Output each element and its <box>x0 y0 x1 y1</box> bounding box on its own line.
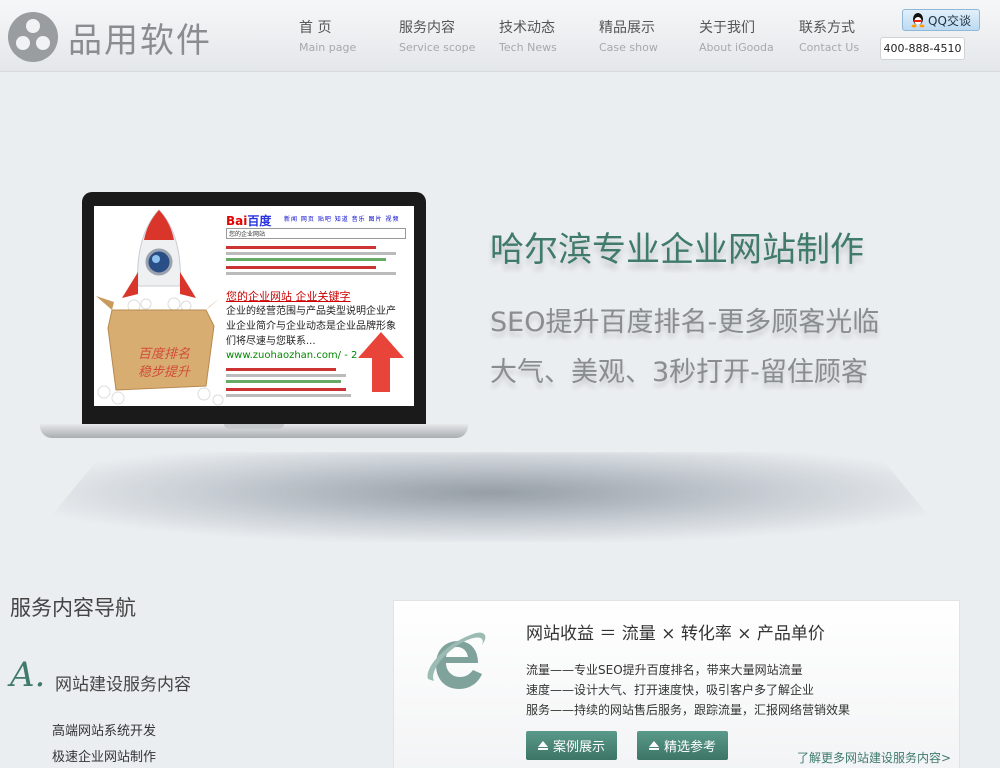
nav-label: 服务内容 <box>399 20 455 36</box>
laptop-notch <box>224 424 284 429</box>
nav-sublabel: Main page <box>299 41 357 54</box>
learn-more-link[interactable]: 了解更多网站建设服务内容> <box>797 749 951 766</box>
nav-sublabel: Contact Us <box>799 41 860 54</box>
panel-feature-line: 速度——设计大气、打开速度快，吸引客户多了解企业 <box>526 683 815 697</box>
site-header: 品用软件 首 页 Main page 服务内容 Service scope 技术… <box>0 0 1000 72</box>
ie-browser-icon <box>427 632 486 689</box>
nav-sublabel: Case show <box>599 41 658 54</box>
services-subtitle: 网站建设服务内容 <box>55 675 191 695</box>
revenue-panel: 网站收益 ＝ 流量 × 转化率 × 产品单价 流量——专业SEO提升百度排名，带… <box>393 600 960 768</box>
qq-penguin-icon <box>911 13 925 28</box>
hero-subtitle: SEO提升百度排名-更多顾客光临 <box>490 307 880 338</box>
hero-title: 哈尔滨专业企业网站制作 <box>490 230 864 270</box>
nav-sublabel: Service scope <box>399 41 476 54</box>
nav-label: 技术动态 <box>499 20 555 36</box>
search-result-line: 企业的经营范围与产品类型说明企业产 <box>226 306 396 317</box>
baidu-search-box: 您的企业网站 <box>226 228 406 239</box>
nav-item-tech-news[interactable]: 技术动态 Tech News <box>490 18 590 56</box>
nav-item-contact[interactable]: 联系方式 Contact Us <box>790 18 890 56</box>
nav-label: 首 页 <box>299 20 332 36</box>
result-placeholder-line <box>226 272 396 275</box>
case-show-button[interactable]: 案例展示 <box>526 731 618 760</box>
result-placeholder-line <box>226 258 386 261</box>
result-placeholder-line <box>226 380 341 383</box>
result-placeholder-line <box>226 368 336 371</box>
laptop-illustration: 百度排名 稳步提升 Bai百度 新闻 网页 贴吧 知道 音乐 图片 视频 您的企… <box>40 192 468 440</box>
qq-chat-button[interactable]: QQ交谈 <box>902 9 980 31</box>
hero-banner: 百度排名 稳步提升 Bai百度 新闻 网页 贴吧 知道 音乐 图片 视频 您的企… <box>0 72 1000 572</box>
nav-item-services[interactable]: 服务内容 Service scope <box>390 18 490 56</box>
logo-text: 品用软件 <box>68 20 212 61</box>
search-result-line: 们将尽速与您联系... <box>226 336 316 347</box>
nav-sublabel: About iGooda <box>699 41 774 54</box>
panel-feature-line: 服务——持续的网站售后服务，跟踪流量，汇报网络营销效果 <box>526 703 851 717</box>
featured-reference-button[interactable]: 精选参考 <box>637 731 729 760</box>
result-placeholder-line <box>226 374 346 377</box>
eject-icon <box>538 741 548 750</box>
services-letter: A. <box>10 655 46 695</box>
qq-chat-label: QQ交谈 <box>928 13 971 28</box>
nav-item-home[interactable]: 首 页 Main page <box>290 18 390 56</box>
hero-subtitle: 大气、美观、3秒打开-留住顾客 <box>490 357 868 388</box>
search-result-url: www.zuohaozhan.com/ - 2 <box>226 350 358 361</box>
result-placeholder-line <box>226 252 396 255</box>
up-arrow-icon <box>358 332 404 392</box>
result-placeholder-line <box>226 388 346 391</box>
panel-feature-line: 流量——专业SEO提升百度排名，带来大量网站流量 <box>526 663 803 677</box>
laptop-lid: 百度排名 稳步提升 Bai百度 新闻 网页 贴吧 知道 音乐 图片 视频 您的企… <box>82 192 426 424</box>
result-placeholder-line <box>226 246 376 249</box>
eject-icon <box>649 741 659 750</box>
laptop-screen: 百度排名 稳步提升 Bai百度 新闻 网页 贴吧 知道 音乐 图片 视频 您的企… <box>94 206 414 406</box>
main-nav: 首 页 Main page 服务内容 Service scope 技术动态 Te… <box>290 18 890 56</box>
result-placeholder-line <box>226 394 351 397</box>
search-result-title: 您的企业网站 企业关键字 <box>226 290 351 303</box>
baidu-tabs: 新闻 网页 贴吧 知道 音乐 图片 视频 <box>284 216 400 223</box>
nav-label: 精品展示 <box>599 20 655 36</box>
nav-item-about[interactable]: 关于我们 About iGooda <box>690 18 790 56</box>
revenue-formula: 网站收益 ＝ 流量 × 转化率 × 产品单价 <box>526 624 825 644</box>
logo-icon <box>8 12 58 62</box>
service-link[interactable]: 高端网站系统开发 <box>52 720 156 739</box>
baidu-logo: Bai百度 <box>226 214 272 228</box>
phone-number[interactable]: 400-888-4510 <box>880 37 965 60</box>
logo[interactable]: 品用软件 <box>6 10 212 64</box>
nav-label: 关于我们 <box>699 20 755 36</box>
service-link[interactable]: 极速企业网站制作 <box>52 746 156 765</box>
services-title: 服务内容导航 <box>10 596 136 620</box>
nav-label: 联系方式 <box>799 20 855 36</box>
hero-shadow <box>30 452 950 542</box>
nav-sublabel: Tech News <box>499 41 557 54</box>
nav-item-cases[interactable]: 精品展示 Case show <box>590 18 690 56</box>
box-label: 百度排名 稳步提升 <box>138 347 191 380</box>
result-placeholder-line <box>226 266 376 269</box>
